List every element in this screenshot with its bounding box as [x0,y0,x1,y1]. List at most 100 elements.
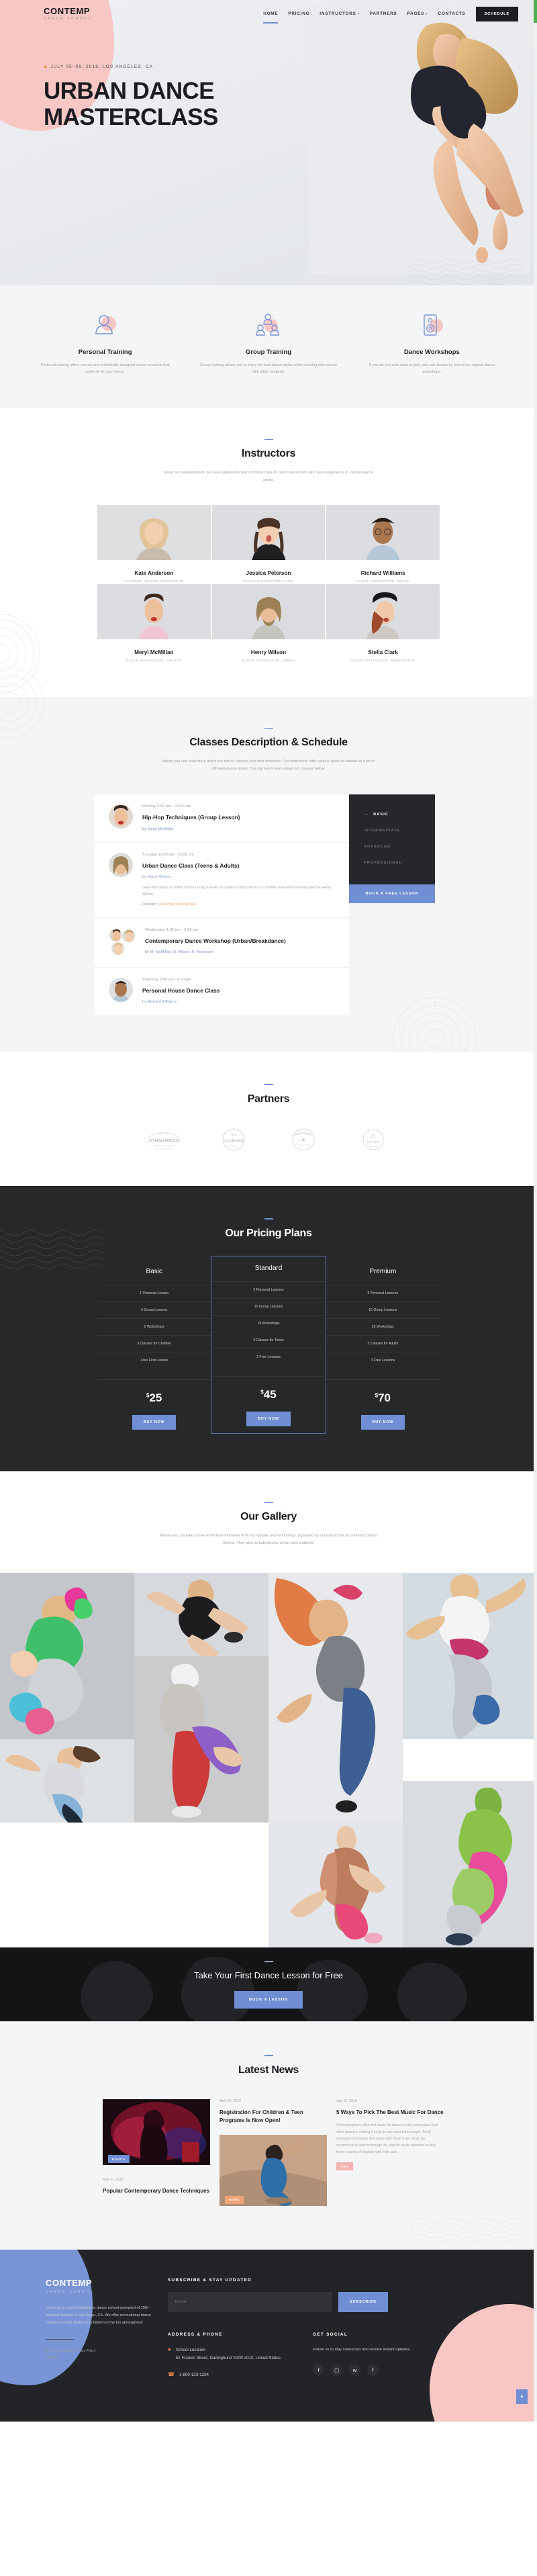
website-link[interactable]: Website [46,2356,58,2360]
address-row: ● School Location 51 Francis Street, Dar… [168,2346,281,2362]
scrollbar-thumb[interactable] [534,0,537,23]
instructor-name: Jessica Peterson [246,569,291,576]
gallery-item[interactable] [403,1573,537,1740]
nav-item-home[interactable]: HOME [263,11,279,24]
gallery-photo [134,1656,268,1823]
gallery-grid [0,1573,537,1948]
price-value: 70 [378,1391,391,1404]
gallery-item[interactable] [134,1573,268,1657]
instructor-card[interactable]: Kate Anderson FOUNDER, SENIOR INSTRUCTOR [97,504,211,583]
chevron-down-icon: ▾ [357,11,360,16]
facebook-icon[interactable]: f [312,2364,324,2377]
news-tag: TIPS [336,2162,353,2171]
instructor-photo [97,504,211,560]
buy-now-button[interactable]: BUY NOW [132,1414,177,1430]
plan-feature: 3 Classes for Teens [211,1331,326,1348]
schedule-row[interactable]: Thursday 3:00 pm - 4:00 pm Personal Hous… [94,968,349,1015]
phone-text[interactable]: 1-800-123-1234 [179,2371,209,2379]
schedule-row[interactable]: Wednesday 1:00 pm - 2:00 pm Contemporary… [94,918,349,968]
partner-logo-the-oldbarn[interactable]: THE OLDBARN FARM CO [214,1127,253,1152]
page-scrollbar[interactable] [534,0,537,2422]
nav-item-pages[interactable]: PAGES ▾ [407,11,428,17]
gallery-item[interactable] [0,1573,134,1740]
gallery-item[interactable] [403,1781,537,1948]
instructor-photo [211,584,326,639]
partner-logo-west-coast[interactable]: WEST COAST SURF CLUB [284,1127,323,1152]
instructor-card[interactable]: Meryl McMillan DANCE INSTRUCTOR, HIP-HOP [97,584,211,662]
nav-item-contacts[interactable]: CONTACTS [438,11,465,17]
svg-text:FARM CO: FARM CO [229,1145,238,1148]
facebook-alt-icon[interactable]: f [367,2364,379,2377]
buy-now-button[interactable]: BUY NOW [246,1411,291,1426]
service-text: Personal training offers one-on-one indi… [40,363,170,375]
nav-label: PAGES [407,11,425,16]
partner-logo-john-brad[interactable]: EST 54 JOHN●BRAD INDUSTRY MARK [144,1127,183,1152]
nav-item-pricing[interactable]: PRICING [288,11,309,17]
plan-feature: 5 Workshops [97,1318,211,1335]
location-link[interactable]: Contemp Training Hall [158,903,195,907]
scroll-to-top-button[interactable]: ▲ [516,2389,528,2404]
instructors-header: Instructors Since our establishment, we … [0,439,537,485]
decorative-rings [0,667,45,737]
news-column: July 02, 2018 5 Ways To Pick The Best Mu… [336,2099,444,2209]
news-excerpt: Choreographers often find music for danc… [336,2123,439,2155]
news-thumbnail[interactable]: NEWS [219,2134,327,2209]
level-item-advanced[interactable]: ADVANCED [349,839,435,855]
page-title: Instructors [241,448,296,460]
svg-text:EST•1945: EST•1945 [367,1140,381,1144]
pricing-table: Basic 1 Personal Lesson 3 Group Lessons … [97,1255,440,1434]
nav-label: INSTRUCTORS [320,11,356,16]
schedule-row[interactable]: Monday 9:00 am - 10:00 am Hip-Hop Techni… [94,794,349,843]
section-subtitle: Below you can take a look at the best mo… [160,1534,377,1546]
instructor-card[interactable]: Richard Williams DANCE INSTRUCTOR, HOUSE [326,504,440,583]
brand-logo[interactable]: CONTEMP DANCE SCHOOL [44,7,93,21]
service-card-group-training: Group Training Group training allows you… [190,311,346,376]
gallery-item[interactable] [0,1739,134,1823]
book-free-lesson-button[interactable]: BOOK A FREE LESSON [349,884,435,904]
gallery-item[interactable] [268,1573,403,1823]
news-title[interactable]: Registration For Children & Teen Program… [219,2109,327,2125]
nav-item-instructors[interactable]: INSTRUCTORS ▾ [320,11,360,17]
instructor-card[interactable]: Henry Wilson DANCE INSTRUCTOR, URBAN [211,584,326,662]
plan-feature: 3 Free Lessons [326,1351,440,1369]
news-grid: DANCE May 11, 2018 Popular Contemporary … [103,2099,444,2209]
social-links: f ▢ w f [312,2364,411,2377]
service-title: Dance Workshops [403,349,460,356]
instructor-link[interactable]: M. McMillan, H. Wilson, K. Anderson [150,950,213,954]
plan-feature: Free First Lesson [97,1351,211,1369]
schedule-header: Classes Description & Schedule Below you… [0,727,537,774]
instructor-link[interactable]: Henry Wilson [148,875,170,879]
news-thumbnail[interactable]: DANCE [103,2099,210,2168]
plan-feature: 3 Personal Lessons [211,1281,326,1298]
level-item-professional[interactable]: PROFESSIONAL [349,855,435,871]
news-title[interactable]: Popular Contemporary Dance Techniques [103,2187,210,2195]
schedule-row[interactable]: Tuesday 11:00 am - 12:00 pm Urban Dance … [94,843,349,919]
instagram-icon[interactable]: ▢ [330,2364,342,2377]
nav-item-partners[interactable]: PARTNERS [370,11,397,17]
gallery-photo [268,1573,403,1823]
email-field[interactable] [168,2291,332,2312]
schedule-sidebar: → BASIC INTERMEDIATE ADVANCED PROFESSIONA… [349,794,435,1015]
partner-logo-established[interactable]: EST•1945 ORIGINAL [354,1127,393,1152]
footer-address-column: ADDRESS & PHONE ● School Location 51 Fra… [168,2332,281,2389]
schedule-class-name: Hip-Hop Techniques (Group Lesson) [142,814,240,821]
schedule-button[interactable]: SCHEDULE [475,7,518,21]
instructor-link[interactable]: Richard Williams [148,1000,177,1004]
book-lesson-button[interactable]: BOOK A LESSON [234,1990,303,2009]
subscribe-button[interactable]: SUBSCRIBE [338,2291,388,2312]
gallery-item[interactable] [268,1823,403,1948]
instructor-link[interactable]: Meryl McMillan [148,827,174,831]
level-item-intermediate[interactable]: INTERMEDIATE [349,823,435,839]
instructor-card[interactable]: Jessica Peterson DANCE INSTRUCTOR, LATIN [211,504,326,583]
by-prefix: by [145,950,150,955]
news-title[interactable]: 5 Ways To Pick The Best Music For Dance [336,2109,444,2117]
gallery-item[interactable] [134,1656,268,1823]
buy-now-button[interactable]: BUY NOW [360,1414,405,1430]
section-dash [264,1502,273,1504]
location-label: School Location [175,2347,205,2352]
speaker-icon [360,311,503,340]
instructor-card[interactable]: Stella Clark DANCE INSTRUCTOR, BREAKDANC… [326,584,440,662]
twitter-icon[interactable]: w [348,2364,360,2377]
avatar-group [109,928,136,956]
level-item-basic[interactable]: → BASIC [349,806,435,823]
